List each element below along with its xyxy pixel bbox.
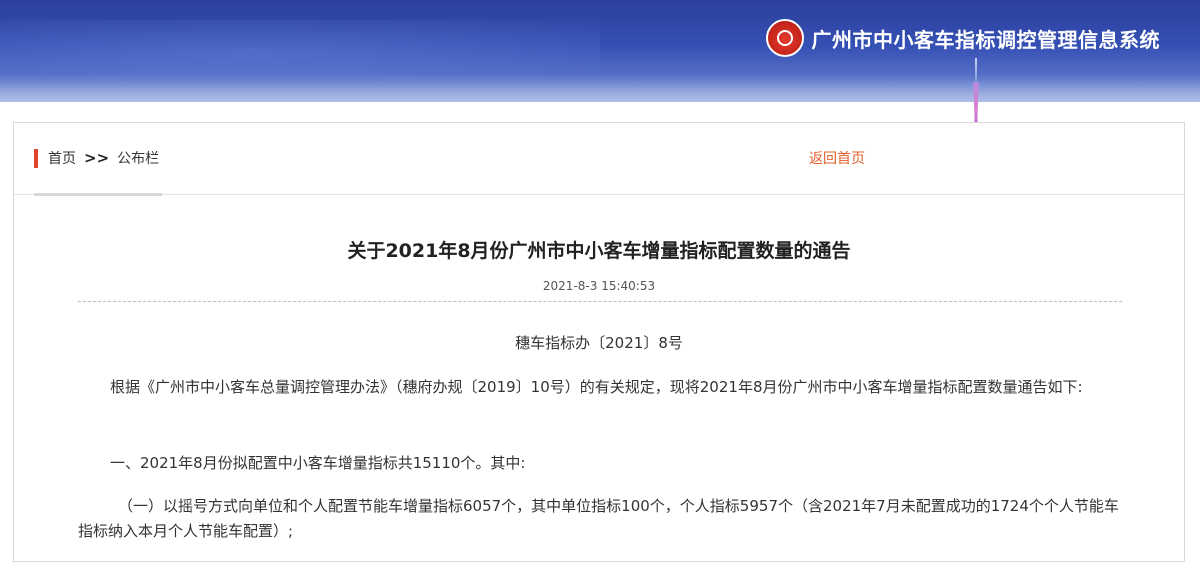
back-home-link[interactable]: 返回首页 [809,148,865,168]
breadcrumb: 首页 >> 公布栏 [48,148,159,168]
content-panel: 首页 >> 公布栏 返回首页 关于2021年8月份广州市中小客车增量指标配置数量… [13,122,1185,562]
article-date: 2021-8-3 15:40:53 [542,279,656,293]
breadcrumb-home-link[interactable]: 首页 [48,148,76,168]
breadcrumb-underline [34,193,162,196]
header-banner: 广州市中小客车指标调控管理信息系统 [0,0,1200,102]
paragraph-intro: 根据《广州市中小客车总量调控管理办法》（穗府办规〔2019〕10号）的有关规定，… [110,378,1083,396]
divider [78,301,1122,302]
paragraph-subsection-1: （一）以摇号方式向单位和个人配置节能车增量指标6057个，其中单位指标100个，… [78,497,1119,540]
paragraph-section-1: 一、2021年8月份拟配置中小客车增量指标共15110个。其中: [110,454,526,472]
system-title: 广州市中小客车指标调控管理信息系统 [811,27,1160,52]
breadcrumb-marker [34,149,38,168]
document-number: 穗车指标办〔2021〕8号 [515,334,683,352]
banner-skyline [0,74,1200,102]
breadcrumb-current[interactable]: 公布栏 [117,148,159,168]
emblem-logo-icon [765,19,804,57]
banner-haze [0,20,600,80]
article-title: 关于2021年8月份广州市中小客车增量指标配置数量的通告 [347,240,851,262]
breadcrumb-bar: 首页 >> 公布栏 返回首页 [14,123,1184,196]
brand: 广州市中小客车指标调控管理信息系统 [765,18,1161,58]
breadcrumb-separator: >> [84,149,110,167]
